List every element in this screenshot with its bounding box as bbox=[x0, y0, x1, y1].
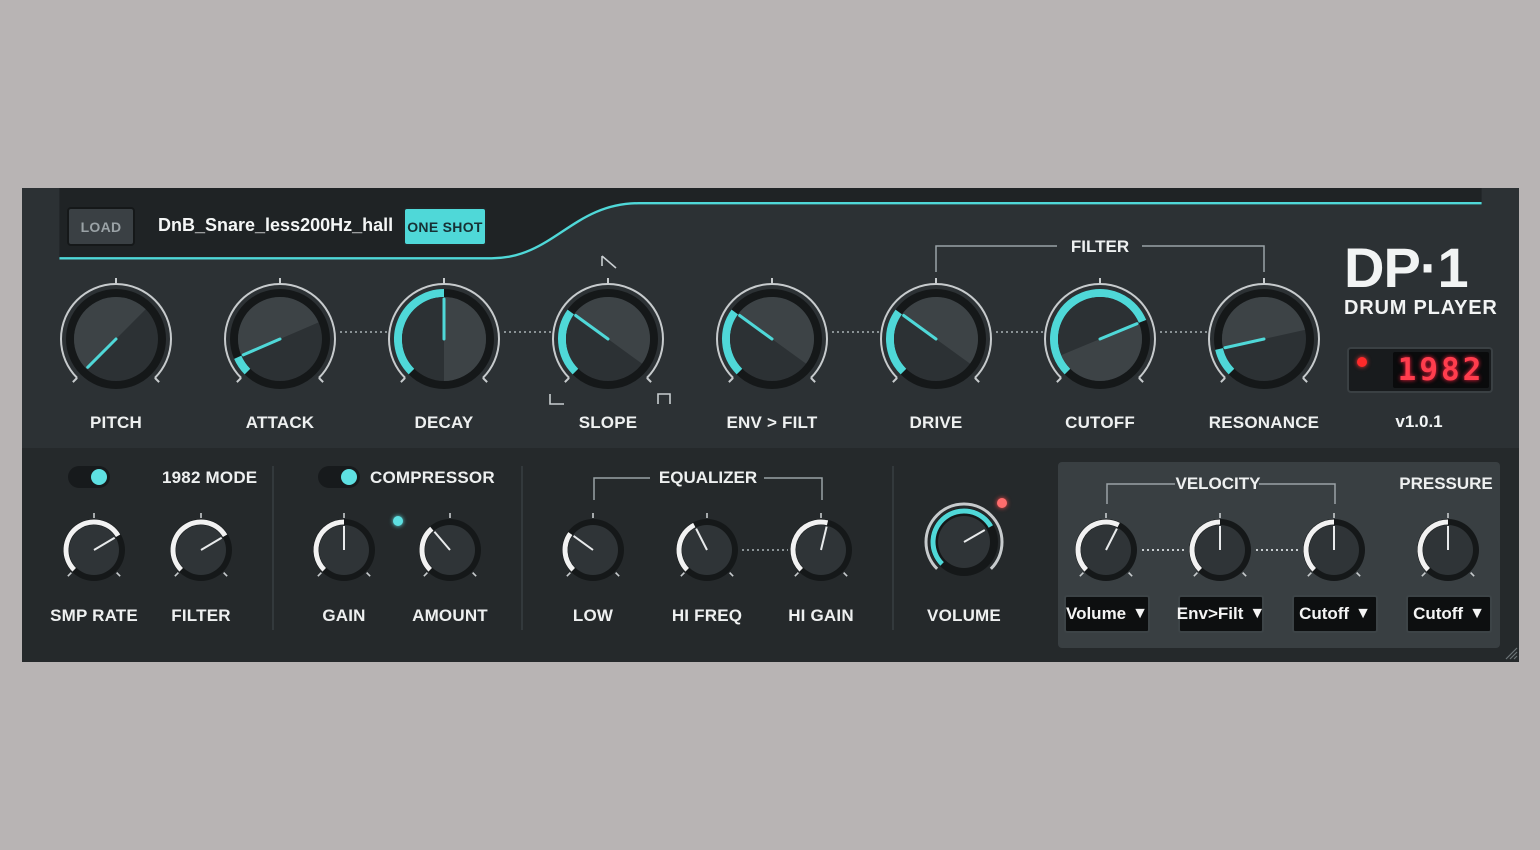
knob-label: ENV > FILT bbox=[726, 413, 818, 432]
knob-pitch[interactable] bbox=[54, 277, 178, 401]
knob-attack[interactable] bbox=[218, 277, 342, 401]
hi-gain-label: HI GAIN bbox=[788, 606, 854, 625]
knob-drive[interactable] bbox=[874, 277, 998, 401]
divider bbox=[521, 466, 523, 630]
eq-low-knob[interactable] bbox=[555, 512, 631, 588]
gain-label: GAIN bbox=[322, 606, 366, 625]
smp-rate-knob[interactable] bbox=[56, 512, 132, 588]
gain-knob[interactable] bbox=[306, 512, 382, 588]
knob-label: RESONANCE bbox=[1208, 413, 1320, 432]
one-shot-button[interactable]: ONE SHOT bbox=[403, 207, 487, 246]
logo-title: DP·1 bbox=[1344, 236, 1469, 299]
knob-label: SLOPE bbox=[578, 413, 638, 432]
logo-subtitle: DRUM PLAYER bbox=[1344, 297, 1498, 319]
knob-resonance[interactable] bbox=[1202, 277, 1326, 401]
1982-mode-toggle[interactable] bbox=[68, 466, 110, 488]
compressor-activity-led bbox=[393, 516, 403, 526]
knob-cutoff[interactable] bbox=[1038, 277, 1162, 401]
load-button[interactable]: LOAD bbox=[67, 207, 135, 246]
pressure-target-dropdown[interactable]: Cutoff ▼ bbox=[1406, 595, 1492, 633]
hi-freq-label: HI FREQ bbox=[671, 606, 743, 625]
seven-segment-display: 1982 bbox=[1393, 352, 1489, 388]
knob-label: DECAY bbox=[414, 413, 474, 432]
filter-knob[interactable] bbox=[163, 512, 239, 588]
volume-label: VOLUME bbox=[927, 606, 1001, 625]
chevron-down-icon: ▼ bbox=[1469, 605, 1485, 622]
velocity-label: VELOCITY bbox=[1175, 474, 1261, 493]
amount-label: AMOUNT bbox=[412, 606, 488, 625]
knob-slope[interactable] bbox=[546, 277, 670, 401]
velocity-volume-knob[interactable] bbox=[1068, 512, 1144, 588]
version-label: v1.0.1 bbox=[1395, 412, 1443, 431]
knob-label: PITCH bbox=[90, 413, 142, 432]
status-led bbox=[1357, 357, 1367, 367]
velocity-env-filt-knob[interactable] bbox=[1182, 512, 1258, 588]
knob-env-filt[interactable] bbox=[710, 277, 834, 401]
knob-label: DRIVE bbox=[909, 413, 963, 432]
knob-label: CUTOFF bbox=[1065, 413, 1135, 432]
chevron-down-icon: ▼ bbox=[1132, 605, 1148, 622]
knob-label: ATTACK bbox=[245, 413, 315, 432]
low-label: LOW bbox=[572, 606, 614, 625]
sample-filename: DnB_Snare_less200Hz_hall bbox=[158, 215, 394, 235]
eq-hi-freq-knob[interactable] bbox=[669, 512, 745, 588]
pressure-cutoff-knob[interactable] bbox=[1410, 512, 1486, 588]
pressure-label: PRESSURE bbox=[1399, 474, 1493, 493]
velocity-target-dropdown-2[interactable]: Env>Filt ▼ bbox=[1177, 595, 1266, 633]
velocity-target-dropdown-3[interactable]: Cutoff ▼ bbox=[1292, 595, 1378, 633]
velocity-target-dropdown-1[interactable]: Volume ▼ bbox=[1064, 595, 1150, 633]
amount-knob[interactable] bbox=[412, 512, 488, 588]
1982-mode-label: 1982 MODE bbox=[162, 468, 258, 487]
chevron-down-icon: ▼ bbox=[1249, 605, 1266, 622]
compressor-label: COMPRESSOR bbox=[370, 468, 495, 487]
chevron-down-icon: ▼ bbox=[1355, 605, 1371, 622]
equalizer-label: EQUALIZER bbox=[658, 468, 758, 487]
led-display-panel: 1982 bbox=[1347, 347, 1493, 393]
clip-led bbox=[997, 498, 1007, 508]
velocity-cutoff-knob[interactable] bbox=[1296, 512, 1372, 588]
volume-knob[interactable] bbox=[919, 497, 1009, 587]
divider bbox=[272, 466, 274, 630]
filter-group-label: FILTER bbox=[1070, 237, 1130, 256]
compressor-toggle[interactable] bbox=[318, 466, 360, 488]
knob-decay[interactable] bbox=[382, 277, 506, 401]
filter-label: FILTER bbox=[171, 606, 231, 625]
eq-hi-gain-knob[interactable] bbox=[783, 512, 859, 588]
drum-player-plugin: LOAD DnB_Snare_less200Hz_hall ONE SHOT F… bbox=[22, 188, 1519, 662]
resize-grip-icon[interactable] bbox=[1504, 646, 1518, 660]
smp-rate-label: SMP RATE bbox=[50, 606, 138, 625]
